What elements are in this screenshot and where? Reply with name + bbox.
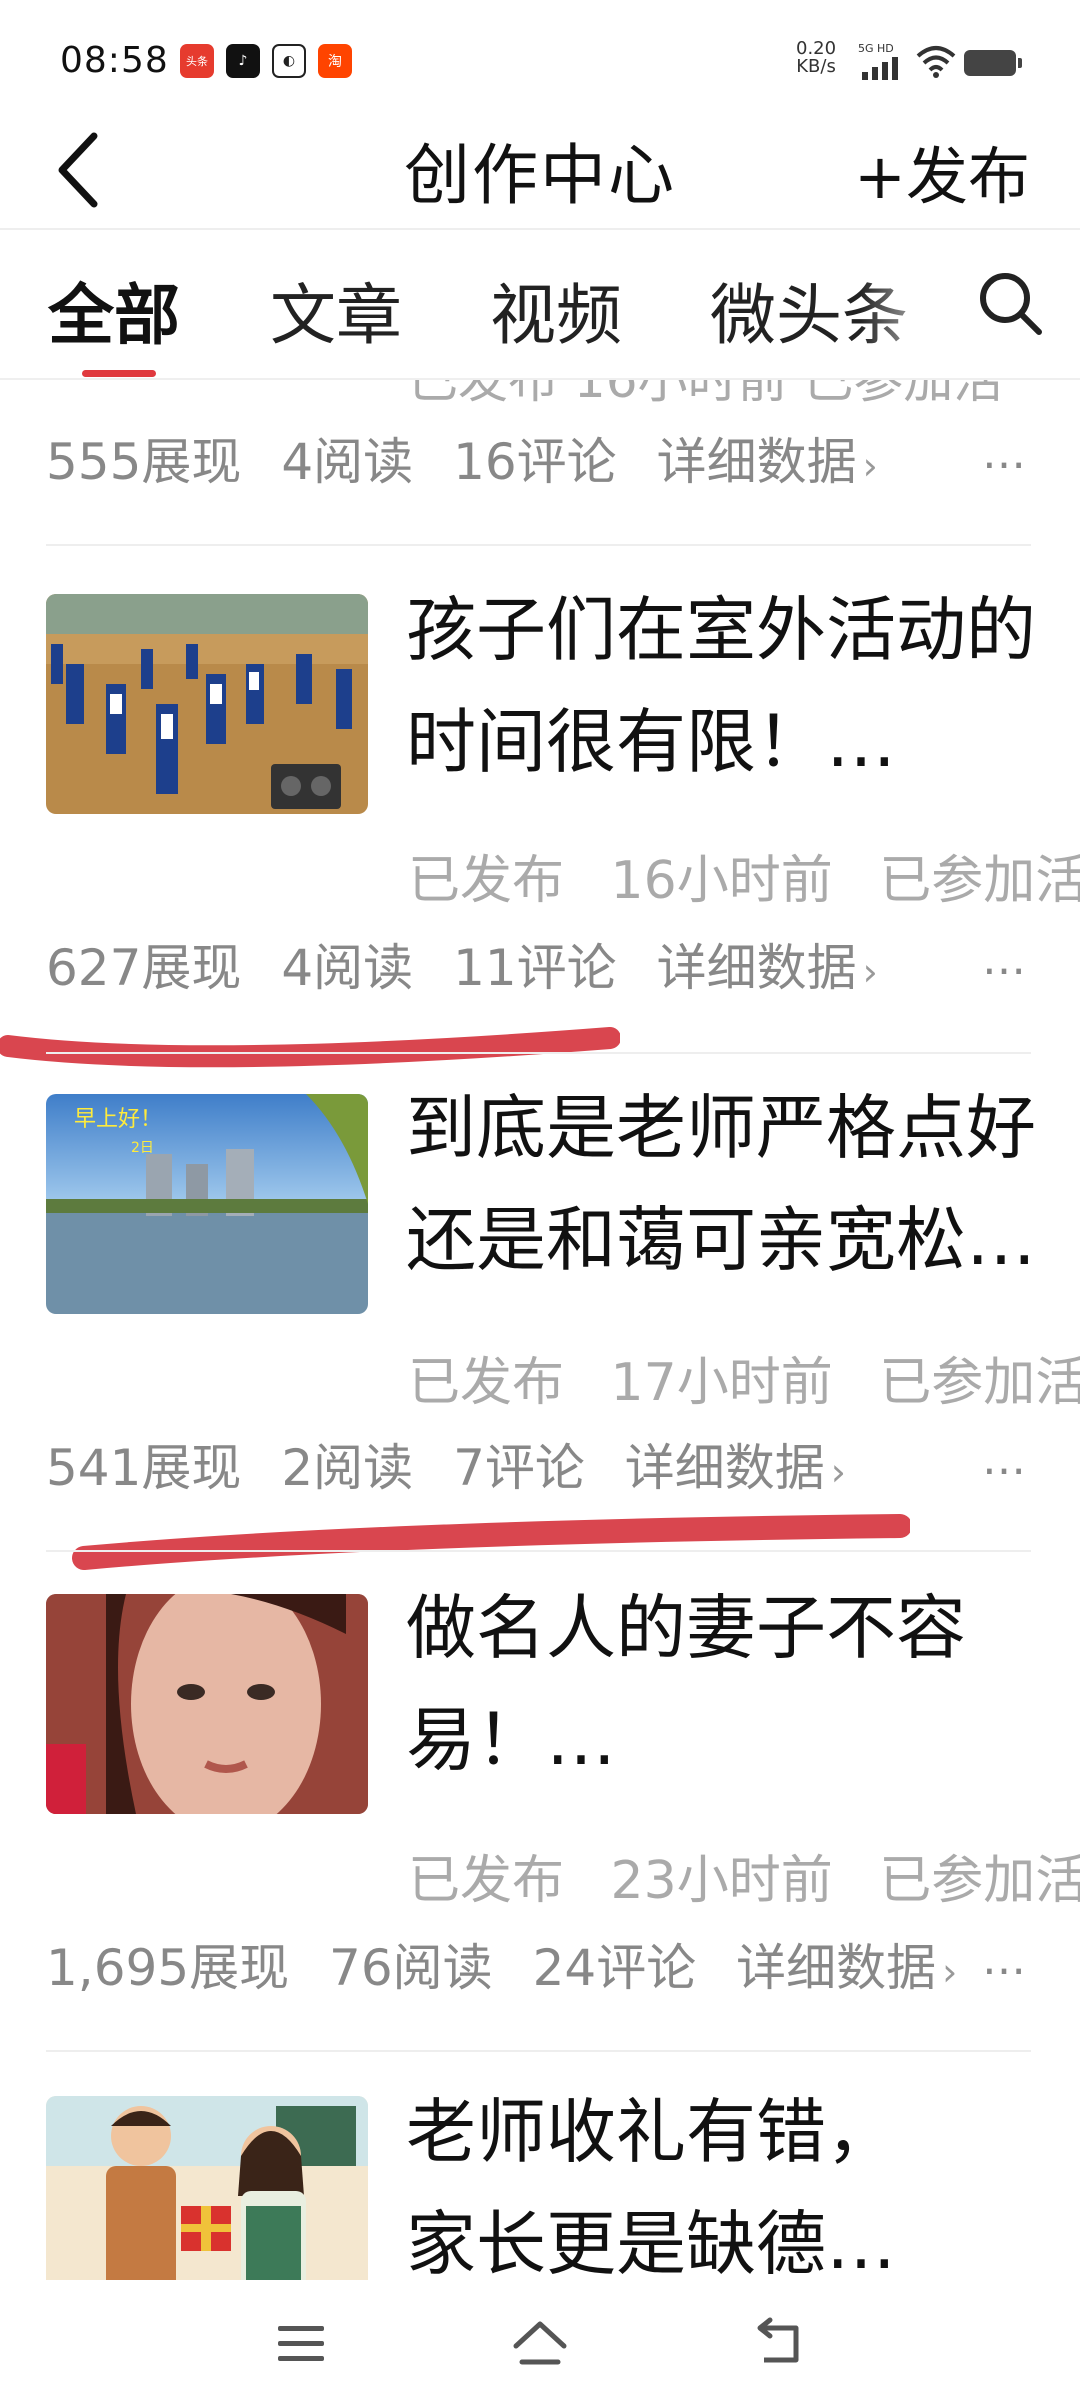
partial-meta: 已发布 16小时前 已参加活 — [408, 380, 1004, 409]
thumb-greeting: 早上好！ — [74, 1107, 162, 1132]
chevron-right-icon: › — [862, 444, 878, 488]
app-icon: ◐ — [272, 44, 306, 78]
article-title-line2[interactable]: 时间很有限！… — [406, 686, 1080, 798]
article-title-line2[interactable]: 易！… — [406, 1684, 1080, 1796]
publish-time: 17小时前 — [610, 1353, 833, 1413]
cellular-signal-icon: 5G HD — [858, 42, 898, 80]
article-title-line2[interactable]: 还是和蔼可亲宽松… — [406, 1184, 1080, 1296]
chevron-right-icon: › — [862, 950, 878, 994]
article-feed[interactable]: 已发布 16小时前 已参加活 555展现 4阅读 16评论 详细数据 › … 孩… — [0, 380, 1080, 2280]
divider — [46, 1052, 1031, 1054]
back-icon[interactable] — [750, 2316, 810, 2372]
more-button[interactable]: … — [982, 428, 1030, 479]
reads-count: 76阅读 — [329, 1939, 493, 1997]
views-count: 541展现 — [46, 1439, 242, 1497]
reads-count: 4阅读 — [281, 433, 414, 491]
reads-count: 4阅读 — [281, 939, 414, 997]
status-bar: 08:58 头条 ♪ ◐ 淘 0.20 KB/s 5G HD — [0, 0, 1080, 120]
publish-time: 16小时前 — [610, 851, 833, 911]
woman-portrait-image — [46, 1594, 368, 1814]
taobao-app-icon: 淘 — [318, 44, 352, 78]
red-underline-mark — [0, 1027, 620, 1068]
active-tab-indicator — [82, 370, 156, 377]
article-thumbnail[interactable] — [46, 2096, 368, 2280]
article-title[interactable]: 老师收礼有错， — [406, 2076, 1080, 2188]
activity-status: 已参加活 — [879, 1851, 1080, 1911]
lake-skyline-image: 早上好！ 2日 — [46, 1094, 368, 1314]
comments-count: 7评论 — [453, 1439, 585, 1497]
more-button[interactable]: … — [982, 1934, 1030, 1985]
detail-data-link[interactable]: 详细数据 — [736, 1939, 936, 1997]
publish-button[interactable]: +发布 — [854, 126, 1030, 216]
net-speed: 0.20 KB/s — [796, 40, 836, 76]
publish-status: 已发布 — [408, 1353, 565, 1413]
tab-videos[interactable]: 视频 — [490, 262, 622, 358]
comments-count: 16评论 — [453, 433, 617, 491]
detail-data-link[interactable]: 详细数据 — [625, 1439, 825, 1497]
search-icon[interactable] — [975, 268, 1045, 338]
status-app-icons: 头条 ♪ ◐ 淘 — [180, 44, 352, 78]
stats-row: 555展现 4阅读 16评论 详细数据 › — [46, 422, 878, 494]
status-time: 08:58 — [60, 40, 169, 81]
activity-status: 已参加活 — [879, 1353, 1080, 1413]
article-title[interactable]: 做名人的妻子不容 — [406, 1572, 1080, 1684]
article-thumbnail[interactable]: 早上好！ 2日 — [46, 1094, 368, 1314]
more-button[interactable]: … — [982, 1434, 1030, 1485]
publish-status: 已发布 — [408, 1851, 565, 1911]
publish-time: 23小时前 — [610, 1851, 833, 1911]
battery-icon — [964, 50, 1022, 76]
tab-articles[interactable]: 文章 — [270, 262, 402, 358]
divider — [46, 2050, 1031, 2052]
comments-count: 11评论 — [453, 939, 617, 997]
publish-status: 已发布 — [408, 851, 565, 911]
divider — [46, 544, 1031, 546]
reads-count: 2阅读 — [281, 1439, 414, 1497]
stats-row: 541展现 2阅读 7评论 详细数据 › — [46, 1428, 846, 1500]
more-button[interactable]: … — [982, 934, 1030, 985]
students-exercising-image — [46, 594, 368, 814]
views-count: 1,695展现 — [46, 1939, 290, 1997]
wifi-icon — [916, 46, 956, 78]
red-underline-mark — [72, 1514, 910, 1570]
net-type: 5G HD — [858, 42, 894, 55]
tab-all[interactable]: 全部 — [48, 262, 180, 358]
article-title-line2[interactable]: 家长更是缺德… — [406, 2188, 1080, 2280]
chevron-right-icon: › — [830, 1450, 846, 1494]
net-speed-unit: KB/s — [796, 56, 836, 77]
home-icon[interactable] — [510, 2316, 570, 2372]
views-count: 555展现 — [46, 433, 242, 491]
stats-row: 1,695展现 76阅读 24评论 详细数据 › — [46, 1928, 957, 2000]
comments-count: 24评论 — [532, 1939, 697, 1997]
douyin-app-icon: ♪ — [226, 44, 260, 78]
article-meta: 已发布 17小时前 已参加活 — [408, 1340, 1080, 1415]
detail-data-link[interactable]: 详细数据 — [657, 433, 857, 491]
divider — [46, 1550, 1031, 1552]
article-meta: 已发布 16小时前 已参加活 — [408, 838, 1080, 913]
tab-fade — [860, 255, 960, 345]
article-meta: 已发布 23小时前 已参加活 — [408, 1838, 1080, 1913]
article-thumbnail[interactable] — [46, 594, 368, 814]
thumb-date: 2日 — [131, 1140, 154, 1156]
toutiao-app-icon: 头条 — [180, 44, 214, 78]
article-title[interactable]: 到底是老师严格点好 — [406, 1072, 1080, 1184]
article-title[interactable]: 孩子们在室外活动的 — [406, 574, 1080, 686]
article-thumbnail[interactable] — [46, 1594, 368, 1814]
views-count: 627展现 — [46, 939, 242, 997]
detail-data-link[interactable]: 详细数据 — [657, 939, 857, 997]
stats-row: 627展现 4阅读 11评论 详细数据 › — [46, 928, 878, 1000]
menu-icon[interactable] — [272, 2316, 332, 2372]
chevron-right-icon: › — [942, 1950, 958, 1994]
activity-status: 已参加活 — [879, 851, 1080, 911]
teacher-gift-illustration — [46, 2096, 368, 2280]
